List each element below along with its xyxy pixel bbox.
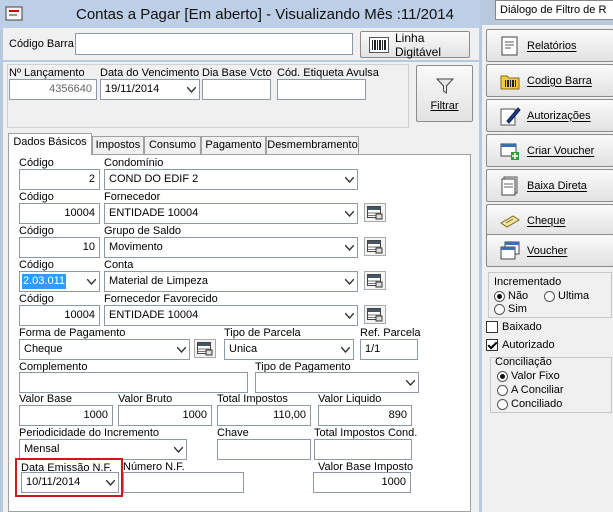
baixa-direta-button[interactable]: Baixa Direta <box>486 169 613 202</box>
radio-icon <box>544 290 555 302</box>
incrementado-nao-radio[interactable]: Não <box>494 290 528 302</box>
window-title: Contas a Pagar [Em aberto] - Visualizand… <box>76 6 454 23</box>
linha-digitavel-label: Linha Digitável <box>395 30 442 59</box>
conciliacao-label: Conciliação <box>495 356 552 368</box>
relatorios-button[interactable]: Relatórios <box>486 29 613 62</box>
chevron-down-icon[interactable] <box>183 80 199 99</box>
incrementado-ultima-label: Ultima <box>558 290 590 302</box>
cheque-button[interactable]: Cheque <box>486 204 613 237</box>
barcode-folder-icon <box>497 68 523 94</box>
document-stack-icon <box>497 173 523 199</box>
conciliacao-a-conciliar-radio[interactable]: A Conciliar <box>497 384 564 396</box>
radio-icon <box>494 303 505 315</box>
pen-sign-icon <box>497 103 523 129</box>
etiqueta-label: Cód. Etiqueta Avulsa <box>277 67 379 79</box>
incrementado-sim-radio[interactable]: Sim <box>494 303 527 315</box>
criar-voucher-label: Criar Voucher <box>527 144 595 157</box>
autorizacoes-label: Autorizações <box>527 109 591 122</box>
tooltip: Diálogo de Filtro de R <box>495 0 613 20</box>
tab-consumo[interactable]: Consumo <box>144 136 201 154</box>
voucher-label: Voucher <box>527 244 568 257</box>
barcode-label: Código Barra <box>9 38 74 50</box>
baixado-checkbox[interactable]: Baixado <box>486 321 542 333</box>
linha-digitavel-button[interactable]: Linha Digitável <box>360 30 470 59</box>
vencimento-value: 19/11/2014 <box>105 83 160 95</box>
radio-selected-icon <box>494 290 505 302</box>
tab-content <box>8 154 471 512</box>
incrementado-label: Incrementado <box>494 276 562 288</box>
tab-desmembramento[interactable]: Desmembramento <box>266 136 359 154</box>
filtrar-button[interactable]: Filtrar <box>416 65 473 122</box>
checkbox-checked-icon <box>486 339 498 351</box>
radio-selected-icon <box>497 370 508 382</box>
lancamento-field: 4356640 <box>9 79 97 100</box>
autorizacoes-button[interactable]: Autorizações <box>486 99 613 132</box>
codigo-barra-button[interactable]: Codigo Barra <box>486 64 613 97</box>
filter-icon <box>435 76 455 96</box>
conciliacao-conciliado-radio[interactable]: Conciliado <box>497 398 562 410</box>
tab-dados-basicos[interactable]: Dados Básicos <box>8 133 92 155</box>
etiqueta-input[interactable] <box>277 79 366 100</box>
codigo-barra-label: Codigo Barra <box>527 74 592 87</box>
filtrar-label: Filtrar <box>430 99 459 112</box>
incrementado-ultima-radio[interactable]: Ultima <box>544 290 589 302</box>
radio-icon <box>497 384 508 396</box>
add-voucher-icon <box>497 138 523 164</box>
criar-voucher-button[interactable]: Criar Voucher <box>486 134 613 167</box>
conciliacao-a-conciliar-label: A Conciliar <box>511 384 564 396</box>
tab-pagamento[interactable]: Pagamento <box>201 136 266 154</box>
relatorios-label: Relatórios <box>527 39 577 52</box>
vencimento-label: Data do Vencimento <box>100 67 200 79</box>
voucher-button[interactable]: Voucher <box>486 234 613 267</box>
tab-impostos[interactable]: Impostos <box>92 136 144 154</box>
lancamento-label: Nº Lançamento <box>9 67 85 79</box>
incrementado-sim-label: Sim <box>508 303 527 315</box>
cheque-label: Cheque <box>527 214 566 227</box>
barcode-input[interactable] <box>75 33 353 55</box>
baixado-label: Baixado <box>502 321 542 333</box>
incrementado-nao-label: Não <box>508 290 529 302</box>
barcode-icon <box>369 36 389 53</box>
conciliacao-conciliado-label: Conciliado <box>511 398 563 410</box>
vencimento-date-picker[interactable]: 19/11/2014 <box>100 79 200 100</box>
dia-base-label: Dia Base Vcto <box>202 67 272 79</box>
dia-base-input[interactable] <box>202 79 271 100</box>
baixa-direta-label: Baixa Direta <box>527 179 587 192</box>
report-icon <box>497 33 523 59</box>
autorizado-checkbox[interactable]: Autorizado <box>486 339 555 351</box>
autorizado-label: Autorizado <box>502 339 555 351</box>
checkbox-icon <box>486 321 498 333</box>
voucher-icon <box>497 238 523 264</box>
conciliacao-valor-fixo-radio[interactable]: Valor Fixo <box>497 370 560 382</box>
radio-icon <box>497 398 508 410</box>
cheque-icon <box>497 208 523 234</box>
conciliacao-valor-fixo-label: Valor Fixo <box>511 370 560 382</box>
